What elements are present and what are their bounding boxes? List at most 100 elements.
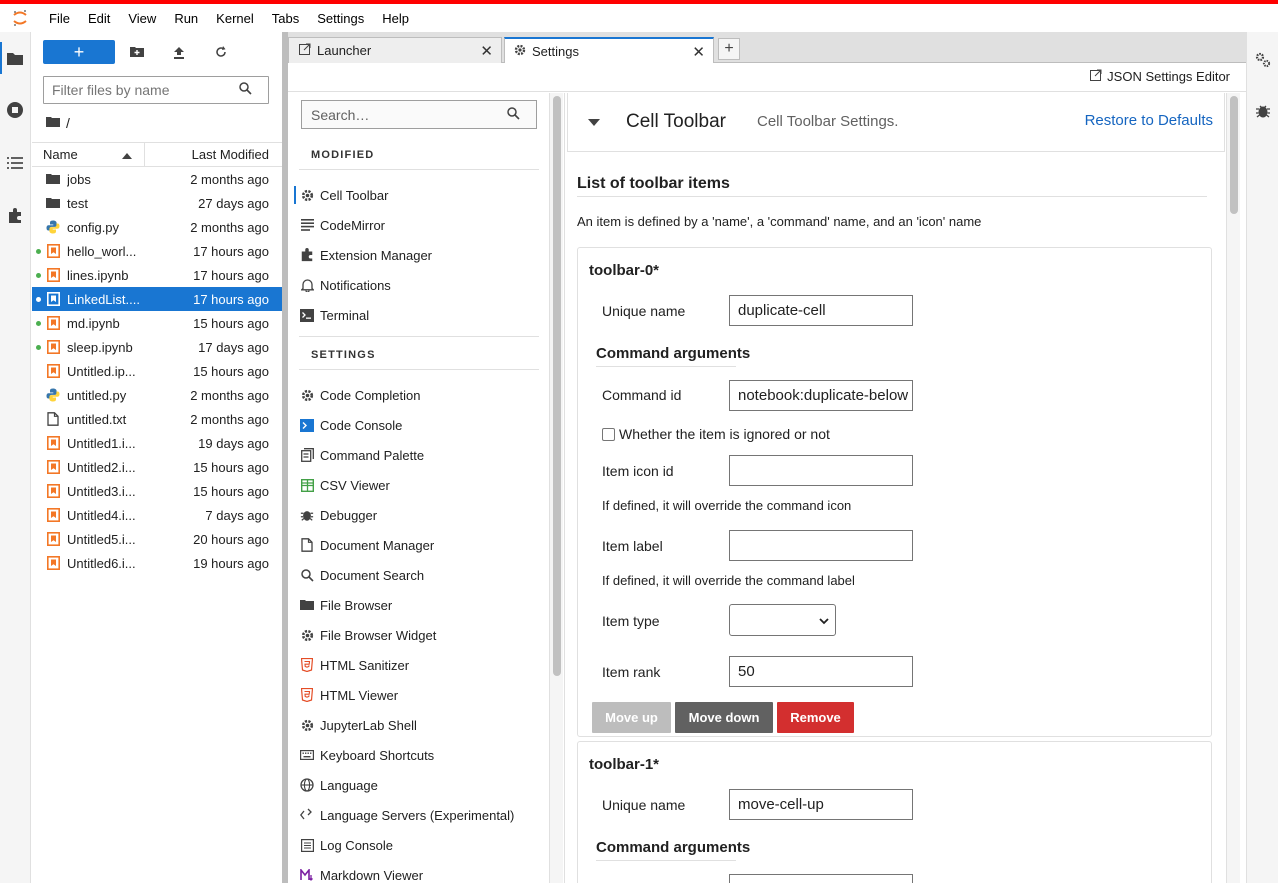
settings-nav-item-label: JupyterLab Shell [320, 717, 417, 733]
file-modified: 2 months ago [190, 171, 269, 187]
file-list-item[interactable]: md.ipynb 15 hours ago [32, 311, 282, 335]
menu-tabs[interactable]: Tabs [263, 11, 308, 26]
new-launcher-button[interactable]: + [43, 40, 115, 64]
settings-nav-item[interactable]: File Browser Widget [289, 620, 549, 650]
section-divider [577, 196, 1207, 197]
settings-nav-item[interactable]: JupyterLab Shell [289, 710, 549, 740]
file-list-item[interactable]: test 27 days ago [32, 191, 282, 215]
settings-nav-item[interactable]: Command Palette [289, 440, 549, 470]
settings-nav-item[interactable]: Document Search [289, 560, 549, 590]
settings-nav-item[interactable]: Notifications [289, 270, 549, 300]
file-list-item[interactable]: Untitled5.i... 20 hours ago [32, 527, 282, 551]
add-tab-button[interactable]: + [718, 38, 740, 60]
file-list-item[interactable]: Untitled6.i... 19 hours ago [32, 551, 282, 575]
file-list-item[interactable]: untitled.py 2 months ago [32, 383, 282, 407]
file-list-item[interactable]: lines.ipynb 17 hours ago [32, 263, 282, 287]
running-sessions-icon[interactable] [5, 100, 25, 120]
settings-search-field[interactable] [301, 100, 537, 129]
property-inspector-icon[interactable] [1254, 51, 1272, 69]
settings-nav-item[interactable]: Keyboard Shortcuts [289, 740, 549, 770]
table-of-contents-icon[interactable] [5, 153, 25, 173]
menu-edit[interactable]: Edit [79, 11, 119, 26]
move-up-button[interactable]: Move up [592, 702, 671, 733]
folder-icon[interactable] [46, 115, 60, 131]
settings-nav-item[interactable]: Markdown Viewer [289, 860, 549, 883]
item-label-input[interactable] [729, 530, 913, 561]
refresh-icon[interactable] [211, 42, 231, 62]
remove-button[interactable]: Remove [777, 702, 854, 733]
tab-launcher[interactable]: Launcher ✕ [288, 37, 502, 63]
settings-nav-scrollbar[interactable] [549, 93, 563, 883]
scrollbar-thumb[interactable] [1230, 96, 1238, 214]
file-list-item[interactable]: Untitled2.i... 15 hours ago [32, 455, 282, 479]
file-list-item[interactable]: LinkedList.... 17 hours ago [32, 287, 282, 311]
settings-nav-item[interactable]: CSV Viewer [289, 470, 549, 500]
command-id-input[interactable]: notebook:duplicate-below [729, 380, 913, 411]
settings-nav-item[interactable]: Code Console [289, 410, 549, 440]
settings-nav-item[interactable]: HTML Sanitizer [289, 650, 549, 680]
item-type-select[interactable] [729, 604, 836, 636]
scrollbar-thumb[interactable] [553, 96, 561, 676]
gear-icon [300, 388, 314, 402]
upload-icon[interactable] [169, 42, 189, 62]
settings-nav-item[interactable]: Language [289, 770, 549, 800]
menu-help[interactable]: Help [373, 11, 418, 26]
settings-nav-item[interactable]: Debugger [289, 500, 549, 530]
close-icon[interactable]: ✕ [692, 43, 705, 61]
file-list-item[interactable]: Untitled.ip... 15 hours ago [32, 359, 282, 383]
folder-icon[interactable] [0, 42, 25, 74]
right-activity-bar [1246, 32, 1278, 883]
settings-nav-item[interactable]: Code Completion [289, 380, 549, 410]
file-list-item[interactable]: hello_worl... 17 hours ago [32, 239, 282, 263]
menu-kernel[interactable]: Kernel [207, 11, 263, 26]
settings-nav-item[interactable]: Log Console [289, 830, 549, 860]
file-list-item[interactable]: Untitled4.i... 7 days ago [32, 503, 282, 527]
notebook-icon [46, 268, 60, 282]
file-list-item[interactable]: sleep.ipynb 17 days ago [32, 335, 282, 359]
file-list-item[interactable]: Untitled3.i... 15 hours ago [32, 479, 282, 503]
settings-nav-item[interactable]: Extension Manager [289, 240, 549, 270]
collapse-caret-icon[interactable] [588, 119, 600, 126]
move-down-button[interactable]: Move down [675, 702, 773, 733]
name-column-header[interactable]: Name [32, 143, 145, 166]
csv-icon [300, 478, 314, 492]
bug-icon[interactable] [1254, 102, 1272, 120]
file-filter-field[interactable] [43, 76, 269, 104]
settings-nav-item[interactable]: Cell Toolbar [289, 180, 549, 210]
puzzle-icon [300, 248, 314, 262]
settings-nav-item[interactable]: File Browser [289, 590, 549, 620]
unique-name-input[interactable]: move-cell-up [729, 789, 913, 820]
modified-column-header[interactable]: Last Modified [145, 147, 282, 162]
file-list-item[interactable]: Untitled1.i... 19 days ago [32, 431, 282, 455]
settings-nav-item[interactable]: Language Servers (Experimental) [289, 800, 549, 830]
ignored-checkbox[interactable] [602, 427, 615, 441]
restore-defaults-button[interactable]: Restore to Defaults [1085, 112, 1213, 129]
menu-file[interactable]: File [40, 11, 79, 26]
file-list-item[interactable]: config.py 2 months ago [32, 215, 282, 239]
unique-name-input[interactable]: duplicate-cell [729, 295, 913, 326]
breadcrumb-root[interactable]: / [66, 115, 70, 131]
new-folder-icon[interactable] [127, 42, 147, 62]
settings-nav-item[interactable]: CodeMirror [289, 210, 549, 240]
item-rank-input[interactable]: 50 [729, 656, 913, 687]
close-icon[interactable]: ✕ [480, 42, 493, 60]
ignored-checkbox-row[interactable]: Whether the item is ignored or not [602, 426, 830, 442]
menu-view[interactable]: View [119, 11, 165, 26]
settings-panel-scrollbar[interactable] [1226, 93, 1240, 883]
settings-nav-item[interactable]: Document Manager [289, 530, 549, 560]
menu-settings[interactable]: Settings [308, 11, 373, 26]
file-list-item[interactable]: jobs 2 months ago [32, 167, 282, 191]
settings-nav-item[interactable]: Terminal [289, 300, 549, 330]
command-id-input[interactable] [729, 874, 913, 883]
tab-settings[interactable]: Settings ✕ [504, 37, 714, 64]
panel-splitter[interactable] [282, 32, 288, 883]
settings-search-input[interactable] [302, 105, 507, 124]
puzzle-icon[interactable] [5, 206, 25, 226]
file-filter-input[interactable] [44, 81, 239, 99]
bug-icon [300, 508, 314, 522]
json-settings-editor-button[interactable]: JSON Settings Editor [1090, 69, 1230, 84]
settings-nav-item[interactable]: HTML Viewer [289, 680, 549, 710]
menu-run[interactable]: Run [165, 11, 207, 26]
file-list-item[interactable]: untitled.txt 2 months ago [32, 407, 282, 431]
item-icon-id-input[interactable] [729, 455, 913, 486]
